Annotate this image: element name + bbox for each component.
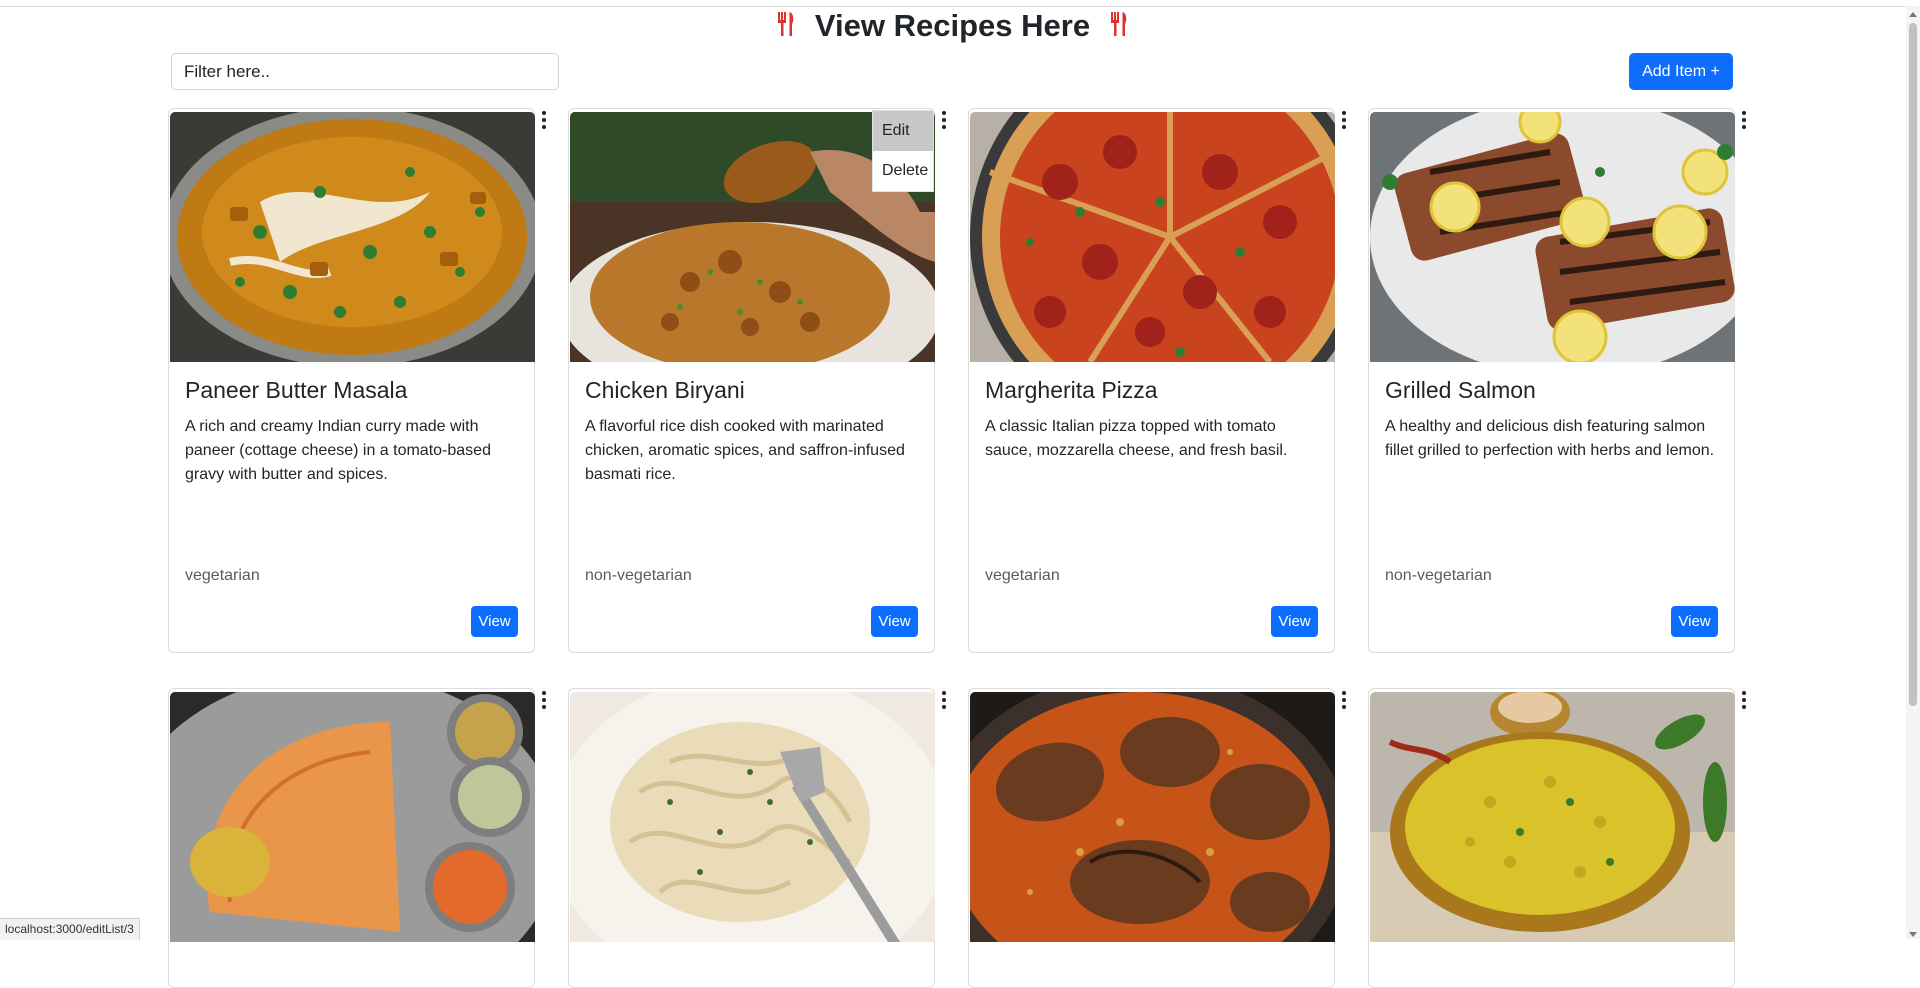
more-options-icon[interactable]	[937, 689, 951, 711]
recipe-title: Paneer Butter Masala	[185, 377, 408, 403]
recipe-image	[570, 692, 935, 942]
recipe-card: Grilled Salmon A healthy and delicious d…	[1368, 108, 1735, 653]
card-options-menu: Edit Delete	[872, 110, 934, 192]
filter-input[interactable]	[171, 53, 559, 90]
view-button[interactable]: View	[471, 606, 518, 637]
scroll-down-arrow-icon[interactable]	[1909, 932, 1917, 937]
recipe-image	[970, 692, 1335, 942]
recipe-title: Grilled Salmon	[1385, 377, 1536, 403]
scroll-up-arrow-icon[interactable]	[1909, 12, 1917, 17]
recipe-type: non-vegetarian	[1385, 567, 1492, 584]
view-button[interactable]: View	[1271, 606, 1318, 637]
recipe-card	[168, 688, 535, 988]
more-options-icon[interactable]	[537, 109, 551, 131]
recipe-image	[170, 692, 535, 942]
recipe-title: Margherita Pizza	[985, 377, 1158, 403]
recipe-title: Chicken Biryani	[585, 377, 745, 403]
recipe-card	[968, 688, 1335, 988]
recipe-card	[568, 688, 935, 988]
more-options-icon[interactable]	[937, 109, 951, 131]
page-title: View Recipes Here	[0, 6, 1905, 46]
more-options-icon[interactable]	[1737, 109, 1751, 131]
add-item-button[interactable]: Add Item +	[1629, 53, 1733, 90]
page-title-text: View Recipes Here	[814, 8, 1091, 43]
recipe-card: Paneer Butter Masala A rich and creamy I…	[168, 108, 535, 653]
edit-menu-item[interactable]: Edit	[873, 111, 933, 151]
delete-menu-item[interactable]: Delete	[873, 151, 933, 191]
recipe-image	[170, 112, 535, 362]
recipe-description: A flavorful rice dish cooked with marina…	[585, 418, 905, 483]
recipe-card: Margherita Pizza A classic Italian pizza…	[968, 108, 1335, 653]
status-bar-url: localhost:3000/editList/3	[0, 918, 140, 940]
cutlery-icon	[1110, 11, 1127, 36]
recipe-description: A healthy and delicious dish featuring s…	[1385, 418, 1715, 459]
recipe-description: A rich and creamy Indian curry made with…	[185, 418, 491, 483]
cutlery-icon	[778, 11, 794, 36]
recipe-image	[970, 112, 1335, 362]
more-options-icon[interactable]	[1737, 689, 1751, 711]
more-options-icon[interactable]	[1337, 109, 1351, 131]
more-options-icon[interactable]	[1337, 689, 1351, 711]
recipe-description: A classic Italian pizza topped with toma…	[985, 418, 1288, 459]
view-button[interactable]: View	[871, 606, 918, 637]
recipe-image	[1370, 692, 1735, 942]
scrollbar[interactable]	[1906, 6, 1920, 939]
view-button[interactable]: View	[1671, 606, 1718, 637]
recipe-type: vegetarian	[985, 567, 1060, 584]
recipe-type: vegetarian	[185, 567, 260, 584]
recipe-image	[1370, 112, 1735, 362]
scrollbar-thumb[interactable]	[1909, 23, 1917, 706]
more-options-icon[interactable]	[537, 689, 551, 711]
recipe-card	[1368, 688, 1735, 988]
recipe-type: non-vegetarian	[585, 567, 692, 584]
